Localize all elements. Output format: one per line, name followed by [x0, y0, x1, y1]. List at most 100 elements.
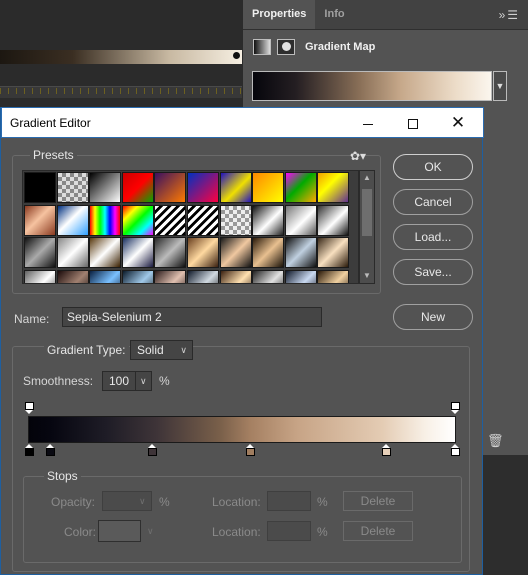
chevron-down-icon[interactable]: ∨	[135, 372, 151, 390]
preset-swatch[interactable]	[56, 237, 89, 268]
preset-swatch[interactable]	[317, 269, 350, 283]
trash-icon[interactable]: 🗑	[487, 433, 504, 449]
stops-label: Stops	[44, 469, 81, 483]
preset-swatch[interactable]	[219, 269, 252, 283]
ok-button[interactable]: OK	[393, 154, 473, 180]
preset-swatch[interactable]	[187, 172, 219, 203]
color-stop[interactable]	[450, 444, 460, 457]
preset-swatch[interactable]	[284, 237, 317, 268]
scroll-thumb[interactable]	[362, 189, 372, 236]
preset-swatch[interactable]	[219, 237, 252, 268]
properties-title: Gradient Map	[305, 41, 376, 53]
preset-swatch[interactable]	[121, 269, 154, 283]
preset-swatch[interactable]	[89, 237, 122, 268]
load-button[interactable]: Load...	[393, 224, 473, 250]
preset-swatch[interactable]	[24, 237, 56, 268]
color-stop[interactable]	[24, 444, 34, 457]
color-stop[interactable]	[382, 444, 392, 457]
close-button[interactable]: ✕	[436, 111, 480, 135]
preset-swatch[interactable]	[317, 204, 350, 236]
preset-swatch[interactable]	[56, 172, 89, 203]
preset-swatch[interactable]	[154, 269, 187, 283]
new-button[interactable]: New	[393, 304, 473, 330]
smoothness-value: 100	[109, 374, 130, 388]
opacity-stop[interactable]	[450, 402, 460, 415]
opacity-label: Opacity:	[51, 495, 96, 509]
opacity-location-unit: %	[317, 495, 328, 509]
preset-swatch[interactable]	[24, 269, 56, 283]
preset-swatch[interactable]	[121, 237, 154, 268]
name-label: Name:	[14, 312, 50, 326]
presets-grid[interactable]	[22, 170, 359, 284]
preset-swatch[interactable]	[154, 237, 187, 268]
panel-menu-icon[interactable]: »☰	[499, 8, 520, 22]
preset-swatch[interactable]	[89, 269, 122, 283]
tab-info[interactable]: Info	[315, 0, 353, 29]
delete-color-stop-button: Delete	[343, 521, 413, 541]
minimize-button[interactable]	[346, 111, 390, 135]
preset-swatch[interactable]	[219, 172, 252, 203]
smoothness-label: Smoothness:	[23, 374, 94, 388]
save-button[interactable]: Save...	[393, 259, 473, 285]
cancel-button[interactable]: Cancel	[393, 189, 473, 215]
chevron-down-icon[interactable]: ▼	[493, 71, 507, 101]
presets-label: Presets	[30, 148, 77, 162]
delete-opacity-stop-button: Delete	[343, 491, 413, 511]
preset-swatch[interactable]	[252, 172, 285, 203]
name-input[interactable]: Sepia-Selenium 2	[62, 307, 322, 327]
color-stop[interactable]	[246, 444, 256, 457]
smoothness-unit: %	[159, 374, 170, 388]
preset-swatch[interactable]	[317, 237, 350, 268]
properties-header: Gradient Map	[253, 37, 375, 57]
gradient-bar[interactable]	[28, 416, 456, 443]
preset-swatch[interactable]	[219, 204, 252, 236]
smoothness-field[interactable]: 100 ∨	[102, 371, 152, 391]
preset-swatch[interactable]	[121, 204, 154, 236]
scroll-up-icon[interactable]: ▲	[363, 173, 371, 182]
dialog-title: Gradient Editor	[10, 116, 91, 130]
gradient-editor-dialog: Gradient Editor ✕ Presets ✿▾ ▲ ▼ OK Canc…	[0, 107, 484, 575]
gradient-type-select[interactable]: Solid ∨	[130, 340, 193, 360]
maximize-button[interactable]	[391, 111, 435, 135]
preset-swatch[interactable]	[56, 269, 89, 283]
color-stop[interactable]	[148, 444, 158, 457]
preset-swatch[interactable]	[56, 204, 89, 236]
preset-swatch[interactable]	[284, 269, 317, 283]
close-icon: ✕	[450, 113, 466, 132]
preset-swatch[interactable]	[154, 172, 187, 203]
preset-swatch[interactable]	[252, 269, 285, 283]
preset-swatch[interactable]	[154, 204, 187, 236]
chevron-down-icon: ∨	[180, 345, 187, 355]
preset-swatch[interactable]	[24, 172, 56, 203]
preset-swatch[interactable]	[284, 172, 317, 203]
timeline-ruler-ticks	[0, 88, 242, 94]
stops-group	[23, 476, 462, 563]
tab-properties[interactable]: Properties	[243, 0, 316, 29]
preset-swatch[interactable]	[252, 204, 285, 236]
preset-swatch[interactable]	[24, 204, 56, 236]
preset-swatch[interactable]	[187, 204, 219, 236]
preset-swatch[interactable]	[121, 172, 154, 203]
preset-swatch[interactable]	[252, 237, 285, 268]
gradient-map-adjustment-icon[interactable]	[253, 39, 271, 55]
preset-swatch[interactable]	[284, 204, 317, 236]
color-location-label: Location:	[212, 525, 261, 539]
preset-swatch[interactable]	[89, 204, 122, 236]
opacity-location-field	[267, 491, 311, 511]
preset-swatch[interactable]	[187, 237, 219, 268]
opacity-stop[interactable]	[24, 402, 34, 415]
color-location-unit: %	[317, 525, 328, 539]
chevron-down-icon: ∨	[147, 526, 154, 536]
gradient-map-preview[interactable]	[252, 71, 492, 101]
color-stop[interactable]	[45, 444, 55, 457]
color-label: Color:	[64, 525, 97, 539]
opacity-unit: %	[159, 495, 170, 509]
layer-mask-icon[interactable]	[277, 39, 295, 55]
dialog-titlebar[interactable]: Gradient Editor ✕	[1, 107, 484, 138]
presets-scrollbar[interactable]: ▲ ▼	[359, 170, 375, 284]
gear-icon[interactable]: ✿▾	[350, 149, 366, 163]
scroll-down-icon[interactable]: ▼	[363, 271, 371, 280]
preset-swatch[interactable]	[89, 172, 122, 203]
preset-swatch[interactable]	[317, 172, 350, 203]
preset-swatch[interactable]	[187, 269, 219, 283]
